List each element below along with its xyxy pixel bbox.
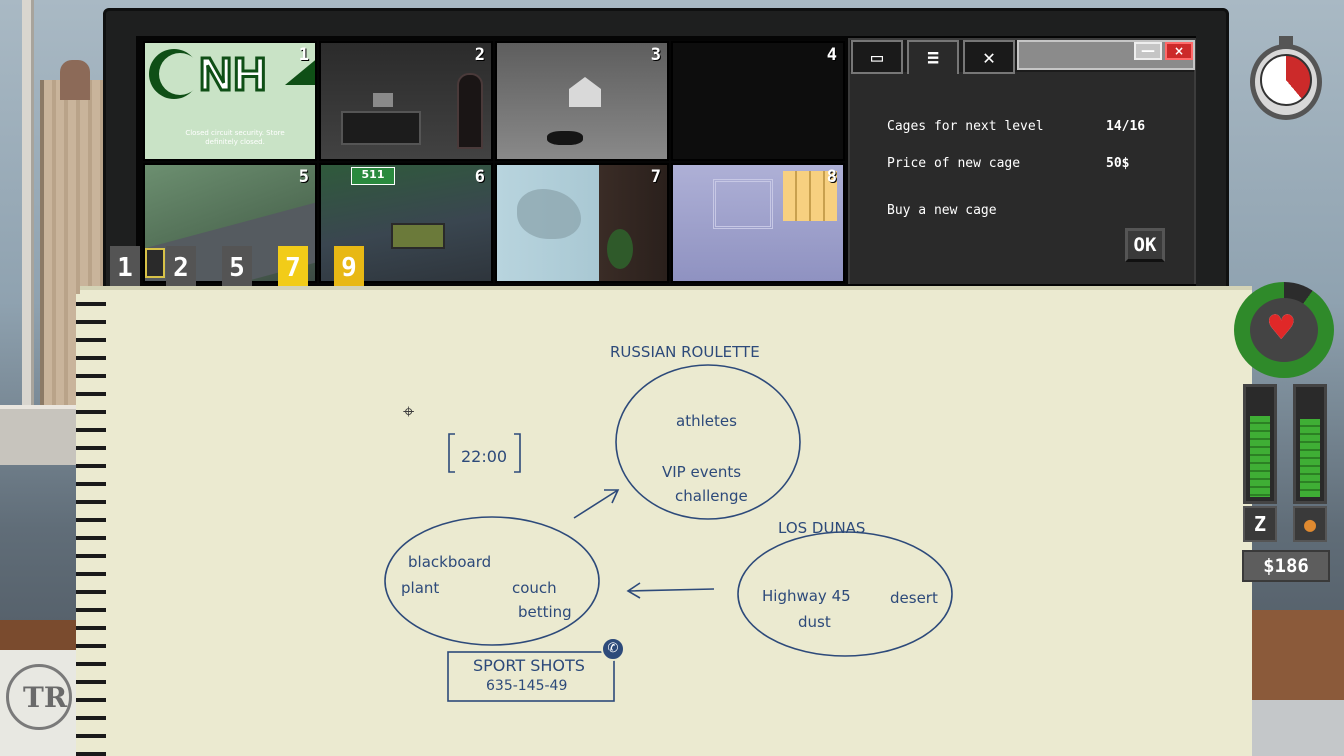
dunas-title: LOS DUNAS — [778, 519, 865, 537]
roulette-item-challenge: challenge — [675, 487, 748, 505]
roulette-item-athletes: athletes — [676, 412, 737, 430]
room-item-couch: couch — [512, 579, 557, 597]
room-item-blackboard: blackboard — [408, 553, 491, 571]
sleep-meter — [1243, 384, 1277, 504]
food-meter-fill — [1300, 419, 1320, 497]
notebook-sketch: RUSSIAN ROULETTE athletes VIP events cha… — [384, 343, 953, 702]
money-counter: $186 — [1242, 550, 1330, 582]
dunas-item-highway: Highway 45 — [762, 587, 851, 605]
time-note: 22:00 — [461, 447, 507, 466]
food-icon: ● — [1293, 506, 1327, 542]
stopwatch-icon — [1250, 44, 1322, 120]
sleep-icon: Z — [1243, 506, 1277, 542]
phone-call-icon[interactable]: ✆ — [601, 637, 625, 661]
room-item-plant: plant — [401, 579, 439, 597]
dunas-item-dust: dust — [798, 613, 831, 631]
sport-shots-title: SPORT SHOTS — [473, 656, 585, 675]
arrow-to-room — [626, 582, 715, 599]
room-item-betting: betting — [518, 603, 572, 621]
heart-icon: ♥ — [1266, 308, 1297, 348]
dunas-item-desert: desert — [890, 589, 938, 607]
roulette-item-vip: VIP events — [662, 463, 741, 481]
stopwatch-face — [1260, 54, 1312, 106]
sleep-meter-fill — [1250, 416, 1270, 497]
sport-shots-phone: 635-145-49 — [486, 678, 567, 694]
roulette-title: RUSSIAN ROULETTE — [610, 343, 760, 361]
food-meter — [1293, 384, 1327, 504]
arrow-to-roulette — [573, 489, 620, 519]
crosshair-cursor-icon: ⌖ — [403, 399, 415, 423]
